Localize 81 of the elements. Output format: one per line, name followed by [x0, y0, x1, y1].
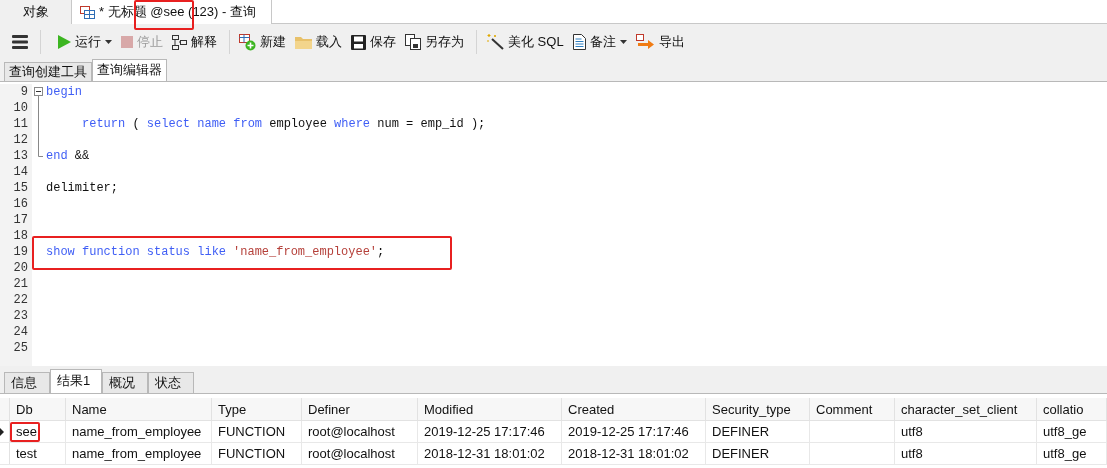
document-tab[interactable]: 对象 [0, 0, 72, 24]
toolbar-button[interactable]: 导出 [635, 30, 685, 54]
column-header[interactable]: Name [66, 398, 212, 420]
result-tab[interactable]: 概况 [102, 372, 148, 393]
code-line: begin [45, 84, 82, 100]
line-number: 12 [12, 132, 29, 148]
column-header[interactable]: Created [562, 398, 706, 420]
document-icon [572, 34, 586, 50]
line-number: 24 [12, 324, 29, 340]
toolbar-button[interactable]: 备注 [572, 30, 627, 54]
result-tab[interactable]: 结果1 [50, 369, 102, 393]
column-header[interactable]: collatio [1037, 398, 1107, 420]
menu-icon[interactable] [12, 35, 28, 49]
magic-wand-icon [486, 34, 504, 50]
line-number: 18 [12, 228, 29, 244]
line-number: 22 [12, 292, 29, 308]
line-number: 17 [12, 212, 29, 228]
table-cell-text: FUNCTION [218, 423, 286, 441]
code-line: show function status like 'name_from_employee'; [45, 244, 385, 260]
stop-icon [121, 36, 133, 48]
new-table-icon [239, 33, 256, 51]
toolbar-button[interactable]: 载入 [295, 30, 342, 54]
play-icon [58, 35, 71, 49]
table-cell-text: test [16, 445, 37, 463]
table-cell-text: see [16, 423, 37, 441]
table-cell-text: utf8 [901, 445, 923, 463]
line-number: 19 [12, 244, 29, 260]
table-cell-text: name_from_employee [72, 423, 202, 441]
query-table-icon [80, 5, 95, 19]
table-cell-text: root@localhost [308, 445, 395, 463]
line-number: 15 [12, 180, 29, 196]
line-number: 14 [12, 164, 29, 180]
column-header[interactable]: character_set_client [895, 398, 1037, 420]
export-icon [635, 34, 655, 50]
column-header[interactable]: Comment [810, 398, 895, 420]
line-number: 25 [12, 340, 29, 356]
line-number: 23 [12, 308, 29, 324]
toolbar-button[interactable]: 解释 [172, 30, 230, 54]
line-number: 21 [12, 276, 29, 292]
line-number: 20 [12, 260, 29, 276]
code-line: return ( select name from employee where num = emp_id ); [81, 116, 486, 132]
menu-button[interactable] [12, 30, 41, 54]
column-header[interactable]: Modified [418, 398, 562, 420]
toolbar-button[interactable]: 美化 SQL [486, 30, 564, 54]
collapse-icon[interactable] [33, 84, 43, 100]
result-tab[interactable]: 信息 [4, 372, 50, 393]
code-line: end && [45, 148, 90, 164]
table-cell-text: FUNCTION [218, 445, 286, 463]
diagram-icon [172, 34, 187, 50]
table-cell-text: name_from_employee [72, 445, 202, 463]
line-number: 16 [12, 196, 29, 212]
save-copy-icon [405, 34, 421, 50]
table-cell-text: DEFINER [712, 445, 770, 463]
toolbar-button[interactable]: 新建 [239, 30, 286, 54]
save-icon [351, 34, 366, 50]
table-cell-text: 2019-12-25 17:17:46 [568, 423, 689, 441]
table-cell-text: DEFINER [712, 423, 770, 441]
toolbar-button[interactable]: 保存 [351, 30, 396, 54]
column-header[interactable]: Security_type [706, 398, 810, 420]
toolbar-button[interactable]: 运行 [58, 30, 112, 54]
table-cell-text: 2019-12-25 17:17:46 [424, 423, 545, 441]
line-number: 10 [12, 100, 29, 116]
table-cell-text: utf8_ge [1043, 423, 1087, 441]
line-number: 11 [12, 116, 29, 132]
code-line: delimiter; [45, 180, 118, 196]
table-cell-text: 2018-12-31 18:01:02 [424, 445, 545, 463]
table-cell-text: utf8_ge [1043, 445, 1087, 463]
table-cell-text: 2018-12-31 18:01:02 [568, 445, 689, 463]
line-number: 13 [12, 148, 29, 164]
column-header[interactable]: Type [212, 398, 302, 420]
result-tab[interactable]: 状态 [148, 372, 194, 393]
column-header[interactable]: Definer [302, 398, 418, 420]
table-cell-text: utf8 [901, 423, 923, 441]
column-header[interactable]: Db [10, 398, 66, 420]
editor-tab[interactable]: 查询编辑器 [92, 59, 167, 81]
table-cell-text: root@localhost [308, 423, 395, 441]
line-number: 9 [19, 84, 29, 100]
row-pointer-icon [0, 427, 4, 436]
editor-tab[interactable]: 查询创建工具 [4, 62, 92, 81]
folder-icon [295, 35, 312, 49]
toolbar-button[interactable]: 另存为 [405, 30, 477, 54]
